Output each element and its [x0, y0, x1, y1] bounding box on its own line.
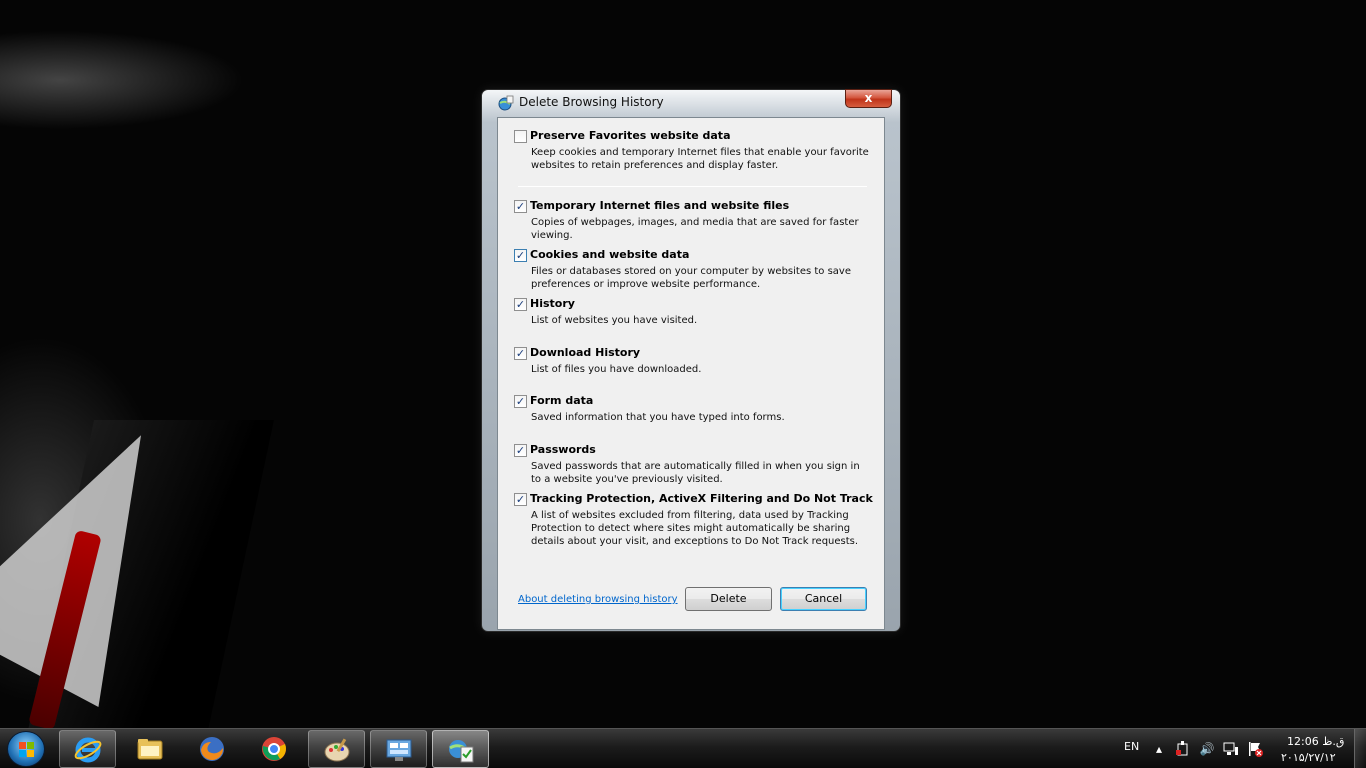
folder-icon — [137, 739, 163, 760]
start-button[interactable] — [7, 731, 45, 767]
option-title: Passwords — [530, 443, 596, 456]
checkbox-passwords[interactable]: ✓ — [514, 444, 527, 457]
taskbar-internet-options[interactable] — [432, 730, 489, 768]
checkbox-cookies[interactable]: ✓ — [514, 249, 527, 262]
action-center-flag-icon[interactable] — [1247, 741, 1263, 757]
option-title: History — [530, 297, 575, 310]
power-icon[interactable] — [1175, 741, 1191, 757]
close-button[interactable]: x — [845, 89, 892, 108]
internet-options-icon — [449, 740, 474, 763]
chrome-icon — [262, 737, 286, 761]
language-indicator[interactable]: EN — [1124, 740, 1139, 753]
clock-date[interactable]: ۲۰۱۵/۲۷/۱۲ — [1281, 751, 1336, 764]
option-title: Temporary Internet files and website fil… — [530, 199, 790, 212]
show-desktop-button[interactable] — [1354, 729, 1366, 768]
option-description: A list of websites excluded from filteri… — [531, 510, 859, 547]
checkbox-preserve-favorites[interactable] — [514, 130, 527, 143]
delete-button[interactable]: Delete — [685, 587, 772, 611]
taskbar-internet-explorer[interactable] — [59, 730, 116, 768]
checkbox-download-history[interactable]: ✓ — [514, 347, 527, 360]
firefox-icon — [200, 737, 224, 761]
dialog-content: Preserve Favorites website data Keep coo… — [497, 117, 885, 630]
taskbar-control-panel[interactable] — [370, 730, 427, 768]
option-title: Cookies and website data — [530, 248, 690, 261]
windows-logo-icon — [19, 742, 34, 757]
checkbox-history[interactable]: ✓ — [514, 298, 527, 311]
taskbar-paint[interactable] — [308, 730, 365, 768]
taskbar: EN ▴ 🔊 12:06 ق.ظ ۲۰۱۵/۲۷/۱۲ — [0, 728, 1366, 768]
dialog-titlebar[interactable]: Delete Browsing History x — [490, 89, 892, 116]
option-description: Saved information that you have typed in… — [531, 412, 785, 423]
checkbox-form-data[interactable]: ✓ — [514, 395, 527, 408]
network-icon[interactable] — [1223, 741, 1239, 757]
control-panel-icon — [386, 739, 412, 761]
paint-palette-icon — [324, 738, 350, 762]
option-title: Preserve Favorites website data — [530, 129, 731, 142]
option-description: Keep cookies and temporary Internet file… — [531, 147, 869, 171]
option-title: Form data — [530, 394, 594, 407]
separator — [518, 186, 867, 187]
taskbar-firefox[interactable] — [184, 730, 241, 768]
clock-time[interactable]: 12:06 ق.ظ — [1287, 735, 1344, 748]
option-description: Files or databases stored on your comput… — [531, 266, 852, 290]
show-hidden-icons-icon[interactable]: ▴ — [1151, 741, 1167, 757]
volume-icon[interactable]: 🔊 — [1199, 741, 1215, 757]
option-description: List of files you have downloaded. — [531, 364, 702, 375]
internet-options-icon — [498, 95, 514, 111]
option-title: Download History — [530, 346, 641, 359]
checkbox-temporary-internet-files[interactable]: ✓ — [514, 200, 527, 213]
option-description: Copies of webpages, images, and media th… — [531, 217, 859, 241]
taskbar-chrome[interactable] — [246, 730, 303, 768]
about-deleting-history-link[interactable]: About deleting browsing history — [518, 594, 678, 605]
option-description: Saved passwords that are automatically f… — [531, 461, 860, 485]
checkbox-tracking-protection[interactable]: ✓ — [514, 493, 527, 506]
taskbar-file-explorer[interactable] — [122, 730, 179, 768]
internet-explorer-icon — [74, 737, 102, 763]
option-description: List of websites you have visited. — [531, 315, 698, 326]
cancel-button[interactable]: Cancel — [780, 587, 867, 611]
dialog-title: Delete Browsing History — [519, 95, 664, 109]
delete-browsing-history-dialog: Delete Browsing History x Preserve Favor… — [481, 89, 901, 632]
option-title: Tracking Protection, ActiveX Filtering a… — [530, 492, 873, 505]
